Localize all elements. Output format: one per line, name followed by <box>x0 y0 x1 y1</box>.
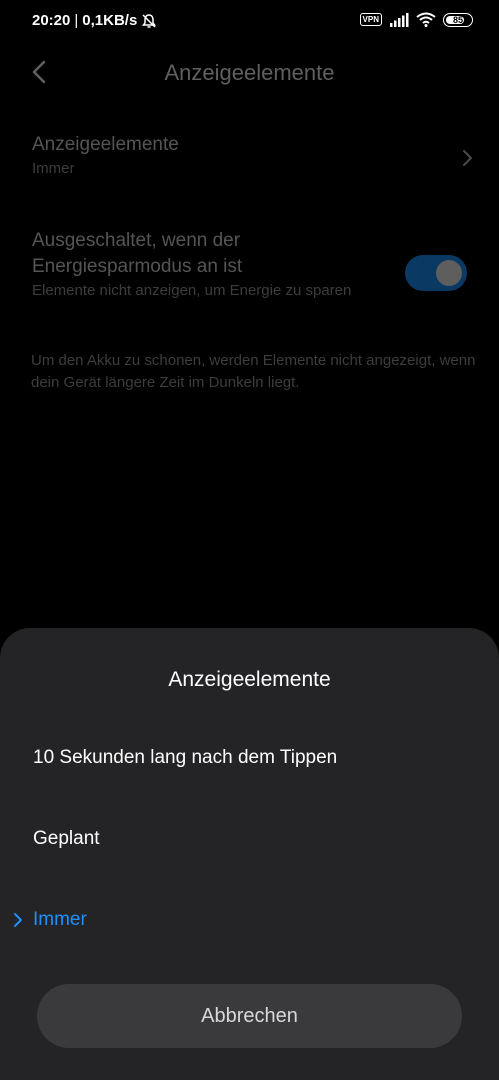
status-right: VPN 85 <box>359 12 473 27</box>
vpn-badge: VPN <box>359 13 382 26</box>
network-speed: 0,1KB/s <box>82 12 138 29</box>
wifi-icon <box>416 12 436 27</box>
status-left: 20:20 | 0,1KB/s <box>32 12 157 29</box>
option-always[interactable]: Immer <box>33 898 475 942</box>
sheet-title: Anzeigeelemente <box>168 668 331 691</box>
options-sheet: Anzeigeelemente 10 Sekunden lang nach de… <box>0 628 499 1080</box>
power-saving-toggle[interactable] <box>405 255 467 291</box>
toggle-knob <box>436 260 462 286</box>
info-text: Um den Akku zu schonen, werden Elemente … <box>31 352 476 391</box>
selected-chevron-icon <box>13 911 23 929</box>
status-bar: 20:20 | 0,1KB/s VPN 85 <box>0 0 499 44</box>
battery-icon: 85 <box>443 12 473 27</box>
setting-title: Ausgeschaltet, wenn der Energiesparmodus… <box>32 230 243 277</box>
battery-level: 85 <box>452 14 463 25</box>
option-10-seconds[interactable]: 10 Sekunden lang nach dem Tippen <box>33 736 475 780</box>
cancel-button[interactable]: Abbrechen <box>37 984 462 1048</box>
setting-value: Immer <box>32 160 75 177</box>
setting-title: Anzeigeelemente <box>32 134 179 155</box>
setting-row-power-saving: Ausgeschaltet, wenn der Energiesparmodus… <box>32 228 352 302</box>
signal-icon <box>389 12 409 27</box>
setting-subtitle: Elemente nicht anzeigen, um Energie zu s… <box>32 282 352 299</box>
chevron-right-icon <box>461 148 475 168</box>
status-time: 20:20 <box>32 12 71 29</box>
alarm-off-icon <box>141 13 157 29</box>
setting-row-display-elements[interactable]: Anzeigeelemente Immer <box>32 132 475 188</box>
status-separator: | <box>74 12 79 29</box>
page-title: Anzeigeelemente <box>164 60 335 85</box>
option-scheduled[interactable]: Geplant <box>33 817 475 861</box>
